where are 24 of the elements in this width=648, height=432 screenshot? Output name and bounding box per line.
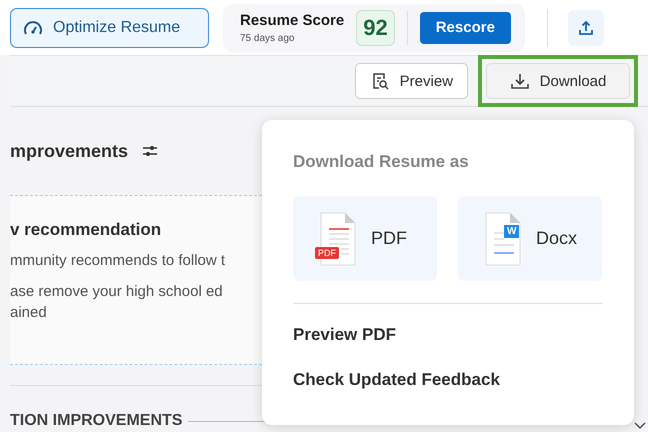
card-title: v recommendation [10, 220, 162, 240]
chevron-down-icon [634, 422, 646, 430]
speedometer-icon [23, 18, 43, 36]
rescore-button[interactable]: Rescore [420, 12, 511, 44]
card-text: ained [10, 304, 48, 321]
format-option[interactable]: W Docx [458, 196, 602, 281]
download-button[interactable]: Download [486, 63, 630, 99]
card-text: ase remove your high school ed [10, 283, 224, 300]
score-badge: 92 [356, 10, 395, 46]
menu-title: Download Resume as [293, 152, 470, 172]
menu-item[interactable]: Check Updated Feedback [293, 370, 603, 390]
menu-item[interactable]: Preview PDF [293, 325, 603, 345]
download-icon [510, 72, 530, 90]
card-text: mmunity recommends to follow t [10, 252, 226, 269]
score-label: Resume Score [240, 12, 344, 28]
section-heading: TION IMPROVEMENTS [10, 412, 182, 430]
format-option[interactable]: PDF PDF [293, 196, 437, 281]
optimize-resume-button[interactable]: Optimize Resume [10, 8, 209, 48]
upload-icon [578, 20, 594, 36]
share-button[interactable] [568, 10, 604, 46]
section-heading: mprovements [10, 140, 128, 162]
score-age: 75 days ago [240, 32, 296, 44]
preview-button[interactable]: Preview [354, 63, 468, 99]
sliders-icon [142, 144, 158, 158]
